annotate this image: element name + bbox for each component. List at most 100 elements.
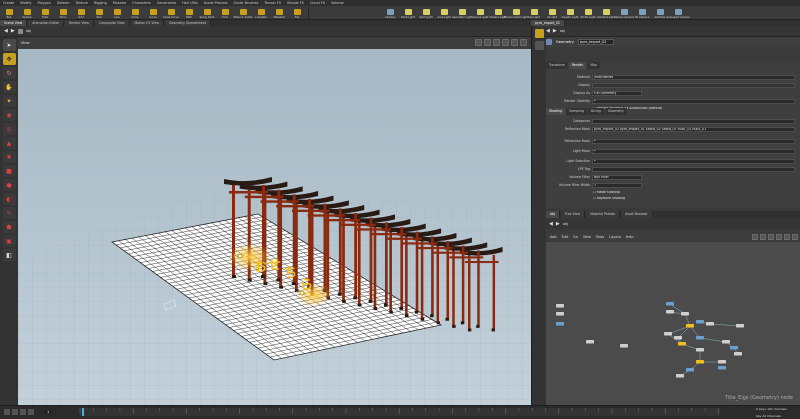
scale-icon[interactable]: ⬟ bbox=[2, 221, 16, 233]
shelf-draw-curve-tool[interactable]: Draw Curve bbox=[162, 6, 180, 19]
shelf-spray-paint-tool[interactable]: Spray Paint bbox=[198, 6, 216, 19]
shelf-curve-tool[interactable]: Curve bbox=[144, 6, 162, 19]
shelf-tab-guide-brushes[interactable]: Guide Brushes bbox=[234, 1, 259, 5]
param-field[interactable]: 1 bbox=[592, 182, 642, 188]
param-tab-misc[interactable]: Misc bbox=[587, 62, 601, 69]
back-arrow-icon[interactable]: ◀ bbox=[4, 28, 8, 34]
forward-arrow-icon[interactable]: ▶ bbox=[553, 28, 557, 34]
shelf-null-tool[interactable]: Null bbox=[90, 6, 108, 19]
rotate-tool-icon[interactable]: ↻ bbox=[2, 67, 16, 79]
flame-icon[interactable]: ▲ bbox=[2, 137, 16, 149]
shelf-tab-deform[interactable]: Deform bbox=[57, 1, 70, 5]
shelf-vr-camera-tool[interactable]: VR Camera bbox=[633, 6, 651, 19]
net-menu-view[interactable]: View bbox=[583, 235, 591, 239]
param-subtab-shading[interactable]: Shading bbox=[546, 108, 565, 115]
param-path-crumb[interactable]: obj bbox=[560, 29, 565, 33]
param-field[interactable]: /mat/flames bbox=[592, 74, 795, 80]
shelf-geometry-light-tool[interactable]: Geometry Light bbox=[452, 6, 472, 19]
shelf-portal-light-tool[interactable]: Portal Light bbox=[579, 6, 597, 19]
param-field[interactable]: * bbox=[592, 148, 795, 154]
shelf-tab-characters[interactable]: Characters bbox=[132, 1, 151, 5]
shelf-platonic-solids-tool[interactable]: Platonic Solids bbox=[234, 6, 252, 19]
shelf-font-tool[interactable]: Font bbox=[216, 6, 234, 19]
grid-icon[interactable] bbox=[760, 234, 766, 240]
snap-icon[interactable]: ◎ bbox=[2, 123, 16, 135]
network-editor[interactable]: Title_Eigs (Geometry) node bbox=[546, 242, 800, 405]
shelf-sky-light-tool[interactable]: Sky Light bbox=[525, 6, 543, 19]
pose-tool-icon[interactable]: ✦ bbox=[2, 95, 16, 107]
cube-icon[interactable]: ▣ bbox=[2, 235, 16, 247]
forward-arrow-icon[interactable]: ▶ bbox=[11, 28, 15, 34]
wireframe-icon[interactable] bbox=[493, 39, 500, 46]
lighting-icon[interactable] bbox=[502, 39, 509, 46]
light-icon[interactable]: ✸ bbox=[2, 151, 16, 163]
shelf-tab-muscles[interactable]: Muscles bbox=[113, 1, 127, 5]
param-tab-transform[interactable]: Transform bbox=[546, 62, 568, 69]
net-menu-tools[interactable]: Tools bbox=[596, 235, 604, 239]
shelf-gamepad-camera-tool[interactable]: Gamepad Camera bbox=[666, 6, 690, 19]
shelf-gi-light-tool[interactable]: GI Light bbox=[543, 6, 561, 19]
timeline[interactable]: 1 0 keys, 0/0 channels Key All Channels bbox=[0, 405, 800, 419]
shelf-sphere-tool[interactable]: Sphere bbox=[18, 6, 36, 19]
shelf-l-system-tool[interactable]: L-System bbox=[252, 6, 270, 19]
pin-icon[interactable] bbox=[534, 29, 544, 38]
param-field[interactable]: pyro_import_02 pyro_import_01 Stand_02 S… bbox=[592, 126, 795, 132]
shelf-path-tool[interactable]: Path bbox=[180, 6, 198, 19]
display-options-icon[interactable] bbox=[520, 39, 527, 46]
select-arrow-icon[interactable]: ➤ bbox=[2, 39, 16, 51]
shelf-file-tool[interactable]: File bbox=[288, 6, 306, 19]
shelf-box-tool[interactable]: Box bbox=[0, 6, 18, 19]
network-path-crumb[interactable]: obj bbox=[563, 222, 568, 226]
net-menu-add[interactable]: Add bbox=[550, 235, 557, 239]
shelf-area-light-tool[interactable]: Area Light bbox=[435, 6, 453, 19]
param-field[interactable] bbox=[592, 166, 795, 172]
shelf-tab-cloud-fx[interactable]: Cloud FX bbox=[310, 1, 325, 5]
net-menu-layout[interactable]: Layout bbox=[609, 235, 621, 239]
shelf-tube-tool[interactable]: Tube bbox=[36, 6, 54, 19]
back-arrow-icon[interactable]: ◀ bbox=[546, 28, 550, 34]
shelf-tab-hair-utils[interactable]: Hair Utils bbox=[182, 1, 198, 5]
param-field[interactable]: * bbox=[592, 98, 795, 104]
param-checkbox[interactable]: ☐ Raytrace Shading bbox=[592, 197, 795, 202]
key-all-button[interactable]: Key All Channels bbox=[756, 414, 781, 418]
3d-viewport[interactable]: お せ ち ら bbox=[18, 49, 531, 413]
shading-icon[interactable] bbox=[484, 39, 491, 46]
snap-icon[interactable] bbox=[768, 234, 774, 240]
net-tab-obj[interactable]: obj bbox=[546, 211, 560, 218]
shelf-tab-rigging[interactable]: Rigging bbox=[94, 1, 107, 5]
shelf-tab-terrain-fx[interactable]: Terrain FX bbox=[264, 1, 281, 5]
shelf-point-light-tool[interactable]: Point Light bbox=[399, 6, 417, 19]
param-checkbox[interactable]: ☐ Matte shading bbox=[592, 191, 795, 196]
help-icon[interactable] bbox=[534, 41, 544, 50]
shelf-line-tool[interactable]: Line bbox=[108, 6, 126, 19]
shelf-grid-tool[interactable]: Grid bbox=[72, 6, 90, 19]
frame-field[interactable]: 1 bbox=[44, 410, 53, 414]
param-field[interactable]: Full Geometry bbox=[592, 90, 642, 96]
render-icon[interactable]: ● bbox=[2, 179, 16, 191]
param-field[interactable] bbox=[592, 118, 795, 124]
forward-arrow-icon[interactable]: ▶ bbox=[556, 221, 560, 227]
back-arrow-icon[interactable]: ◀ bbox=[549, 221, 553, 227]
param-subtab-geometry[interactable]: Geometry bbox=[604, 108, 627, 115]
camera-menu-icon[interactable] bbox=[475, 39, 482, 46]
net-menu-edit[interactable]: Edit bbox=[562, 235, 569, 239]
net-tab-material-palette[interactable]: Material Palette bbox=[586, 211, 621, 218]
move-tool-icon[interactable]: ✥ bbox=[2, 53, 16, 65]
shelf-tab-constraints[interactable]: Constraints bbox=[157, 1, 176, 5]
param-tab-render[interactable]: Render bbox=[568, 62, 587, 69]
param-subtab-dicing[interactable]: Dicing bbox=[587, 108, 604, 115]
shelf-environment-light-tool[interactable]: Environment Light bbox=[504, 6, 528, 19]
param-field[interactable]: Box Filter bbox=[592, 174, 642, 180]
shelf-tab-texture[interactable]: Texture bbox=[75, 1, 87, 5]
shelf-tab-polygon[interactable]: Polygon bbox=[38, 1, 51, 5]
lock-icon[interactable]: ◧ bbox=[2, 249, 16, 261]
shelf-volume-light-tool[interactable]: Volume Light bbox=[471, 6, 489, 19]
shelf-ambient-light-tool[interactable]: Ambient Light bbox=[597, 6, 615, 19]
camera-icon[interactable]: ■ bbox=[2, 165, 16, 177]
net-tab-tree-view[interactable]: Tree View bbox=[560, 211, 586, 218]
shelf-spot-light-tool[interactable]: Spot Light bbox=[417, 6, 435, 19]
shelf-circle-tool[interactable]: Circle bbox=[126, 6, 144, 19]
layout-icon[interactable] bbox=[752, 234, 758, 240]
shelf-tab-modify[interactable]: Modify bbox=[20, 1, 31, 5]
shelf-caustic-light-tool[interactable]: Caustic Light bbox=[561, 6, 579, 19]
